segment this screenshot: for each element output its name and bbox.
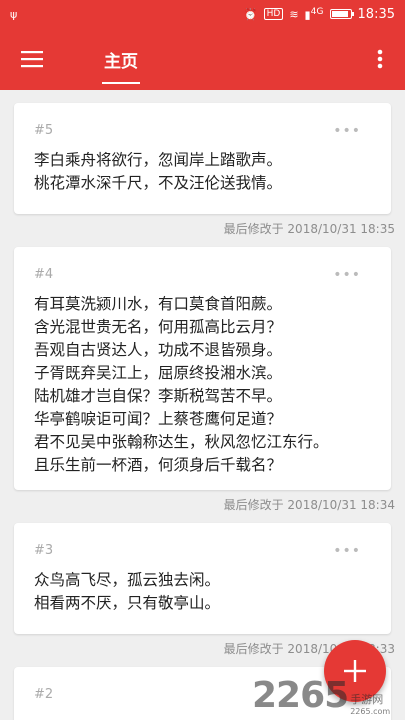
more-vertical-icon	[377, 49, 383, 69]
watermark-logo: 2265 手游网 2265.com	[252, 675, 391, 717]
note-modified-time: 最后修改于 2018/10/31 18:35	[223, 222, 395, 236]
note-text: 有耳莫洗颍川水，有口莫食首阳蕨。 含光混世贵无名，何用孤高比云月？ 吾观自古贤达…	[34, 295, 329, 474]
note-card[interactable]: #3 ••• 众鸟高飞尽，孤云独去闲。 相看两不厌，只有敬亭山。	[14, 523, 391, 634]
app-bar: 主页	[0, 28, 405, 90]
usb-icon: ψ	[10, 7, 18, 21]
status-bar: ψ ⏰ HD ≋ ▮4G 18:35	[0, 0, 405, 28]
note-menu-icon[interactable]: •••	[333, 543, 361, 559]
tab-indicator	[102, 82, 140, 84]
note-card[interactable]: #5 ••• 李白乘舟将欲行，忽闻岸上踏歌声。 桃花潭水深千尺，不及汪伦送我情。	[14, 103, 391, 214]
status-time: 18:35	[357, 6, 395, 22]
note-number: #2	[34, 687, 54, 702]
more-options-button[interactable]	[355, 28, 405, 90]
note-modified-time: 最后修改于 2018/10/31 18:34	[223, 498, 395, 512]
menu-button[interactable]	[0, 28, 64, 90]
note-menu-icon[interactable]: •••	[333, 267, 361, 283]
battery-icon	[329, 9, 354, 19]
note-number: #3	[34, 543, 54, 558]
note-text: 众鸟高飞尽，孤云独去闲。 相看两不厌，只有敬亭山。	[34, 571, 221, 612]
hd-badge: HD	[263, 8, 284, 20]
hamburger-menu-icon	[21, 51, 43, 68]
note-text: 李白乘舟将欲行，忽闻岸上踏歌声。 桃花潭水深千尺，不及汪伦送我情。	[34, 151, 283, 192]
note-menu-icon[interactable]: •••	[333, 123, 361, 139]
note-number: #5	[34, 123, 54, 138]
note-number: #4	[34, 267, 54, 282]
signal-icon: ▮4G	[304, 6, 324, 22]
wifi-icon: ≋	[289, 7, 299, 21]
alarm-icon: ⏰	[243, 7, 258, 21]
page-title: 主页	[104, 51, 138, 72]
note-card[interactable]: #4 ••• 有耳莫洗颍川水，有口莫食首阳蕨。 含光混世贵无名，何用孤高比云月？…	[14, 247, 391, 490]
tab-home[interactable]: 主页	[102, 28, 140, 90]
